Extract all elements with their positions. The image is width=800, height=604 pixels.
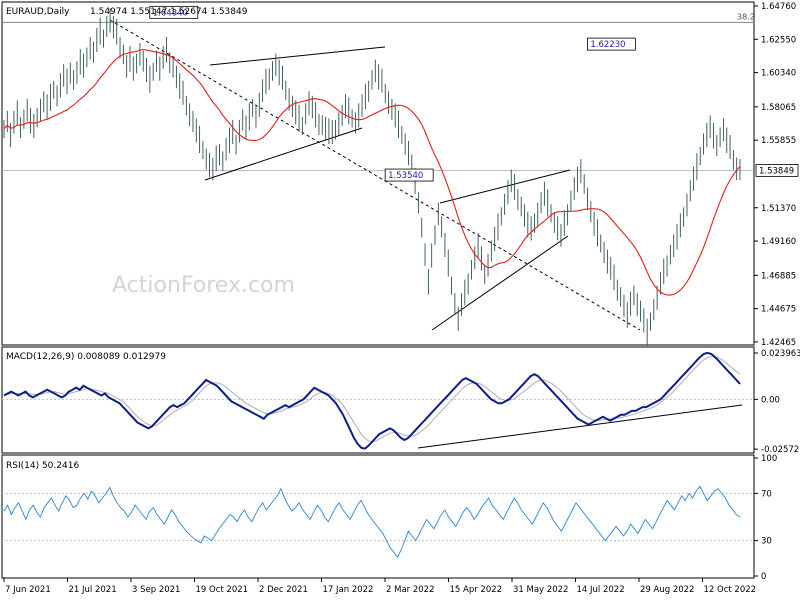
price-axis-label: 1.49160 <box>761 237 796 247</box>
x-axis-label: 12 Oct 2022 <box>704 585 757 595</box>
macd-title: MACD(12,26,9) 0.008089 0.012979 <box>6 352 166 362</box>
price-axis-label: 1.44675 <box>761 305 796 315</box>
rsi-axis-label: 30 <box>761 537 772 547</box>
price-axis-label: 1.42465 <box>761 338 796 348</box>
x-axis-label: 19 Oct 2021 <box>196 585 249 595</box>
forex-chart: 38.2 ActionForex.com 1.643401.622301.535… <box>0 0 800 600</box>
x-axis-label: 31 May 2022 <box>513 585 568 595</box>
price-axis-label: 1.51370 <box>761 204 796 214</box>
chart-window: 38.2 ActionForex.com 1.64340 1.62230 1.535… <box>0 0 800 600</box>
price-axis-label: 1.62550 <box>761 35 796 45</box>
current-price-label: 1.53849 <box>759 166 794 176</box>
price-axis-label: 1.58065 <box>761 103 796 113</box>
price-axis-label: 1.55855 <box>761 136 796 146</box>
rsi-axis-label: 100 <box>761 454 777 464</box>
macd-axis-label: 0.00 <box>761 395 780 405</box>
watermark-text: ActionForex.com <box>112 273 295 298</box>
x-axis-label: 7 Jun 2021 <box>5 585 51 595</box>
chart-background <box>0 0 800 600</box>
price-axis-label: 1.60340 <box>761 69 796 79</box>
x-axis-label: 21 Jul 2021 <box>69 585 117 595</box>
x-axis-label: 29 Aug 2022 <box>640 585 694 595</box>
x-axis-label: 15 Apr 2022 <box>450 585 503 595</box>
price-axis-label: 1.64760 <box>761 2 796 12</box>
x-axis-label: 2 Dec 2021 <box>259 585 308 595</box>
fib-level-label: 38.2 <box>737 12 755 21</box>
x-axis-label: 2 Mar 2022 <box>386 585 434 595</box>
rsi-axis-label: 70 <box>761 489 772 499</box>
rsi-title: RSI(14) 50.2416 <box>6 461 79 471</box>
macd-axis-label: 0.023963 <box>761 349 800 359</box>
price-label: 1.62230 <box>590 40 625 50</box>
price-label: 1.53540 <box>388 171 423 181</box>
ohlc-readout: 1.54974 1.55147 1.52674 1.53849 <box>90 7 248 17</box>
price-axis-label: 1.46885 <box>761 271 796 281</box>
x-axis-label: 3 Sep 2021 <box>132 585 180 595</box>
x-axis-label: 17 Jan 2022 <box>323 585 374 595</box>
instrument-title: EURAUD,Daily <box>6 7 70 17</box>
x-axis-label: 14 Jul 2022 <box>577 585 625 595</box>
rsi-axis-label: 0 <box>761 572 766 582</box>
